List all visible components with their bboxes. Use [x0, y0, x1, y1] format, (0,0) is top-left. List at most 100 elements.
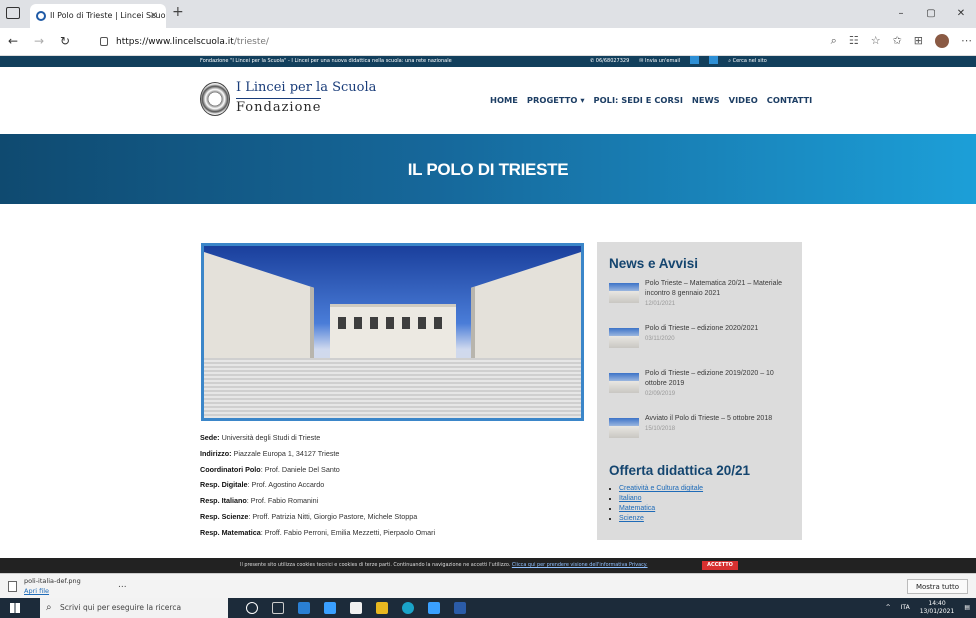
sidebar: News e Avvisi Polo Trieste – Matematica …: [597, 242, 802, 540]
top-strip-message: Fondazione "I Lincei per la Scuola" - I …: [200, 58, 452, 64]
facebook-icon[interactable]: [709, 56, 719, 64]
offer-link-scienze[interactable]: Scienze: [619, 515, 644, 522]
zoom-icon[interactable]: ⌕: [831, 34, 837, 48]
download-more-button[interactable]: ...: [118, 580, 127, 590]
photo-steps: [204, 358, 581, 418]
forward-icon[interactable]: →: [34, 34, 44, 48]
list-item: Italiano: [619, 494, 790, 504]
app-icon[interactable]: [324, 602, 336, 614]
nav-video[interactable]: VIDEO: [729, 95, 758, 105]
clock[interactable]: 14:40 13/01/2021: [920, 598, 955, 618]
cookie-accept-button[interactable]: ACCETTO: [702, 561, 738, 570]
news-thumbnail[interactable]: [609, 418, 639, 438]
news-thumbnail[interactable]: [609, 283, 639, 303]
news-date: 15/10/2018: [645, 426, 676, 432]
show-all-button[interactable]: Mostra tutto: [906, 579, 968, 594]
task-view-icon[interactable]: [272, 602, 284, 614]
taskbar-apps: [246, 602, 466, 614]
notifications-icon[interactable]: ▤: [964, 598, 970, 618]
read-aloud-icon[interactable]: ☷: [849, 34, 859, 48]
cookie-bar: Il presente sito utilizza cookies tecnic…: [0, 558, 976, 573]
logo-line-1: I Lincei per la Scuola: [236, 80, 377, 95]
offer-link-matematica[interactable]: Matematica: [619, 505, 655, 512]
system-tray: ^ ITA 14:40 13/01/2021 ▤: [886, 598, 970, 618]
news-title[interactable]: Avviato il Polo di Trieste – 5 ottobre 2…: [645, 415, 772, 422]
url-field[interactable]: https://www.lincelscuola.it/trieste/: [96, 33, 826, 51]
photo-building-center: [330, 304, 456, 364]
windows-start-icon[interactable]: [10, 603, 20, 613]
news-item[interactable]: Polo di Trieste – edizione 2020/2021 03/1…: [609, 324, 790, 369]
email-link[interactable]: ✉ Invia un'email: [639, 56, 680, 67]
list-item: Creatività e Cultura digitale: [619, 484, 790, 494]
edge-icon[interactable]: [402, 602, 414, 614]
lock-icon: [100, 37, 108, 46]
hero-banner: IL POLO DI TRIESTE: [0, 134, 976, 204]
site-top-strip: Fondazione "I Lincei per la Scuola" - I …: [0, 56, 976, 67]
tray-chevron-icon[interactable]: ^: [886, 598, 891, 618]
explorer-icon[interactable]: [376, 602, 388, 614]
news-item[interactable]: Polo Trieste – Matematica 20/21 – Materi…: [609, 279, 790, 324]
language-indicator[interactable]: ITA: [901, 598, 910, 618]
offer-link-creativita[interactable]: Creatività e Cultura digitale: [619, 485, 703, 492]
list-item: Scienze: [619, 514, 790, 524]
news-thumbnail[interactable]: [609, 328, 639, 348]
site-favicon-icon: [36, 11, 46, 21]
offer-link-italiano[interactable]: Italiano: [619, 495, 642, 502]
university-photo: [201, 243, 584, 421]
news-title[interactable]: Polo Trieste – Matematica 20/21 – Materi…: [645, 280, 782, 297]
app-icon-2[interactable]: [428, 602, 440, 614]
top-strip-contacts: ✆ 06/68027329 ✉ Invia un'email ⌕ Cerca n…: [590, 56, 767, 67]
news-thumbnail[interactable]: [609, 373, 639, 393]
mail-icon[interactable]: [298, 602, 310, 614]
news-item[interactable]: Avviato il Polo di Trieste – 5 ottobre 2…: [609, 414, 790, 459]
taskbar-search-input[interactable]: Scrivi qui per eseguire la ricerca: [40, 598, 228, 618]
minimize-button[interactable]: –: [886, 0, 916, 28]
favorite-star-icon[interactable]: ☆: [871, 34, 881, 48]
news-title[interactable]: Polo di Trieste – edizione 2020/2021: [645, 325, 758, 332]
info-line: Coordinatori Polo: Prof. Daniele Del San…: [200, 464, 340, 474]
url-domain: https://www.lincelscuola.it: [116, 37, 234, 47]
privacy-link[interactable]: Clicca qui per prendere visione dell'inf…: [512, 562, 648, 568]
browser-toolbar: ⌕ ☷ ☆ ✩ ⊞ ⋯: [831, 34, 972, 48]
sidebar-toggle-icon[interactable]: [6, 7, 20, 19]
phone-link[interactable]: ✆ 06/68027329: [590, 56, 629, 67]
polo-info: Sede: Università degli Studi di Trieste …: [200, 430, 435, 541]
info-line: Indirizzo: Piazzale Europa 1, 34127 Trie…: [200, 448, 340, 458]
collections-icon[interactable]: ⊞: [914, 34, 923, 48]
nav-poli[interactable]: POLI: SEDI E CORSI: [594, 95, 683, 105]
browser-tab[interactable]: Il Polo di Trieste | Lincei Scuola ×: [30, 4, 166, 28]
nav-progetto[interactable]: PROGETTO ▾: [527, 95, 585, 105]
nav-contatti[interactable]: CONTATTI: [767, 95, 812, 105]
social-icon[interactable]: [690, 56, 700, 64]
word-icon[interactable]: [454, 602, 466, 614]
cortana-icon[interactable]: [246, 602, 258, 614]
news-title[interactable]: Polo di Trieste – edizione 2019/2020 – 1…: [645, 370, 774, 387]
tab-title: Il Polo di Trieste | Lincei Scuola: [50, 11, 166, 20]
page-title: IL POLO DI TRIESTE: [407, 160, 569, 179]
news-date: 03/11/2020: [645, 336, 675, 342]
nav-home[interactable]: HOME: [490, 95, 518, 105]
maximize-button[interactable]: ▢: [916, 0, 946, 28]
back-icon[interactable]: ←: [8, 34, 18, 48]
browser-tab-bar: Il Polo di Trieste | Lincei Scuola × + –…: [0, 0, 976, 28]
download-filename[interactable]: poli-italia-def.png: [24, 577, 81, 585]
refresh-icon[interactable]: ↻: [60, 34, 70, 48]
clock-time: 14:40: [928, 600, 946, 607]
store-icon[interactable]: [350, 602, 362, 614]
site-search-link[interactable]: ⌕ Cerca nel sito: [728, 56, 767, 67]
news-item[interactable]: Polo di Trieste – edizione 2019/2020 – 1…: [609, 369, 790, 414]
new-tab-button[interactable]: +: [172, 4, 184, 20]
close-window-button[interactable]: ✕: [946, 0, 976, 28]
windows-taskbar: Scrivi qui per eseguire la ricerca ^ ITA…: [0, 598, 976, 618]
favorites-icon[interactable]: ✩: [893, 34, 902, 48]
tab-close-icon[interactable]: ×: [150, 4, 158, 28]
download-bar: poli-italia-def.png Apri file ... Mostra…: [0, 573, 976, 598]
profile-avatar[interactable]: [935, 34, 949, 48]
open-file-link[interactable]: Apri file: [24, 587, 49, 595]
window-controls: – ▢ ✕: [886, 0, 976, 28]
lincei-emblem-icon: [200, 82, 230, 116]
nav-news[interactable]: NEWS: [692, 95, 720, 105]
news-date: 12/01/2021: [645, 301, 676, 307]
more-menu-icon[interactable]: ⋯: [961, 34, 972, 48]
offer-heading: Offerta didattica 20/21: [609, 463, 751, 478]
